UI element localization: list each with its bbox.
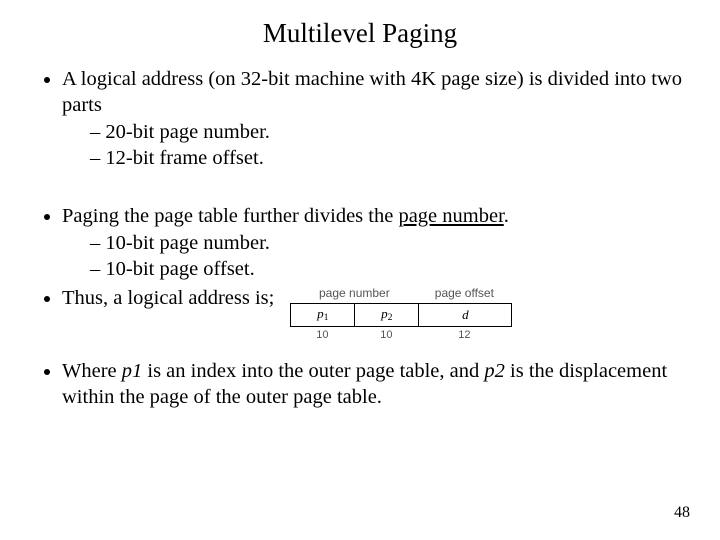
- fig-cell-d: d: [419, 304, 511, 326]
- bullet-2-text-b: .: [504, 205, 509, 227]
- bullet-1-sub-2: 12-bit frame offset.: [90, 146, 690, 172]
- address-figure: page number page offset p1 p2 d 10 10 12: [290, 286, 512, 343]
- bullet-2-text-a: Paging the page table further divides th…: [62, 205, 398, 227]
- bullet-3: Thus, a logical address is; page number …: [62, 286, 690, 343]
- bullet-3-text: Thus, a logical address is;: [62, 286, 274, 312]
- bullet-2-sub-2: 10-bit page offset.: [90, 257, 690, 283]
- fig-cell-p1: p1: [291, 304, 355, 326]
- bullet-2-underlined: page number: [398, 205, 503, 227]
- bullet-1: A logical address (on 32-bit machine wit…: [62, 67, 690, 172]
- bullet-2: Paging the page table further divides th…: [62, 204, 690, 283]
- bullet-1-sub-1: 20-bit page number.: [90, 120, 690, 146]
- fig-width-1: 10: [290, 329, 354, 343]
- bullet-4-a: Where: [62, 360, 122, 382]
- fig-cell-p2: p2: [355, 304, 419, 326]
- bullet-4-p1: p1: [122, 360, 143, 382]
- bullet-4-b: is an index into the outer page table, a…: [142, 360, 484, 382]
- slide-title: Multilevel Paging: [30, 18, 690, 49]
- bullet-1-text: A logical address (on 32-bit machine wit…: [62, 68, 682, 116]
- bullet-4: Where p1 is an index into the outer page…: [62, 359, 690, 410]
- bullet-4-p2: p2: [484, 360, 505, 382]
- fig-width-2: 10: [354, 329, 418, 343]
- fig-width-3: 12: [418, 329, 510, 343]
- bullet-2-sub-1: 10-bit page number.: [90, 231, 690, 257]
- page-number: 48: [674, 504, 690, 522]
- fig-head-page-offset: page offset: [418, 286, 510, 301]
- fig-head-page-number: page number: [290, 286, 418, 301]
